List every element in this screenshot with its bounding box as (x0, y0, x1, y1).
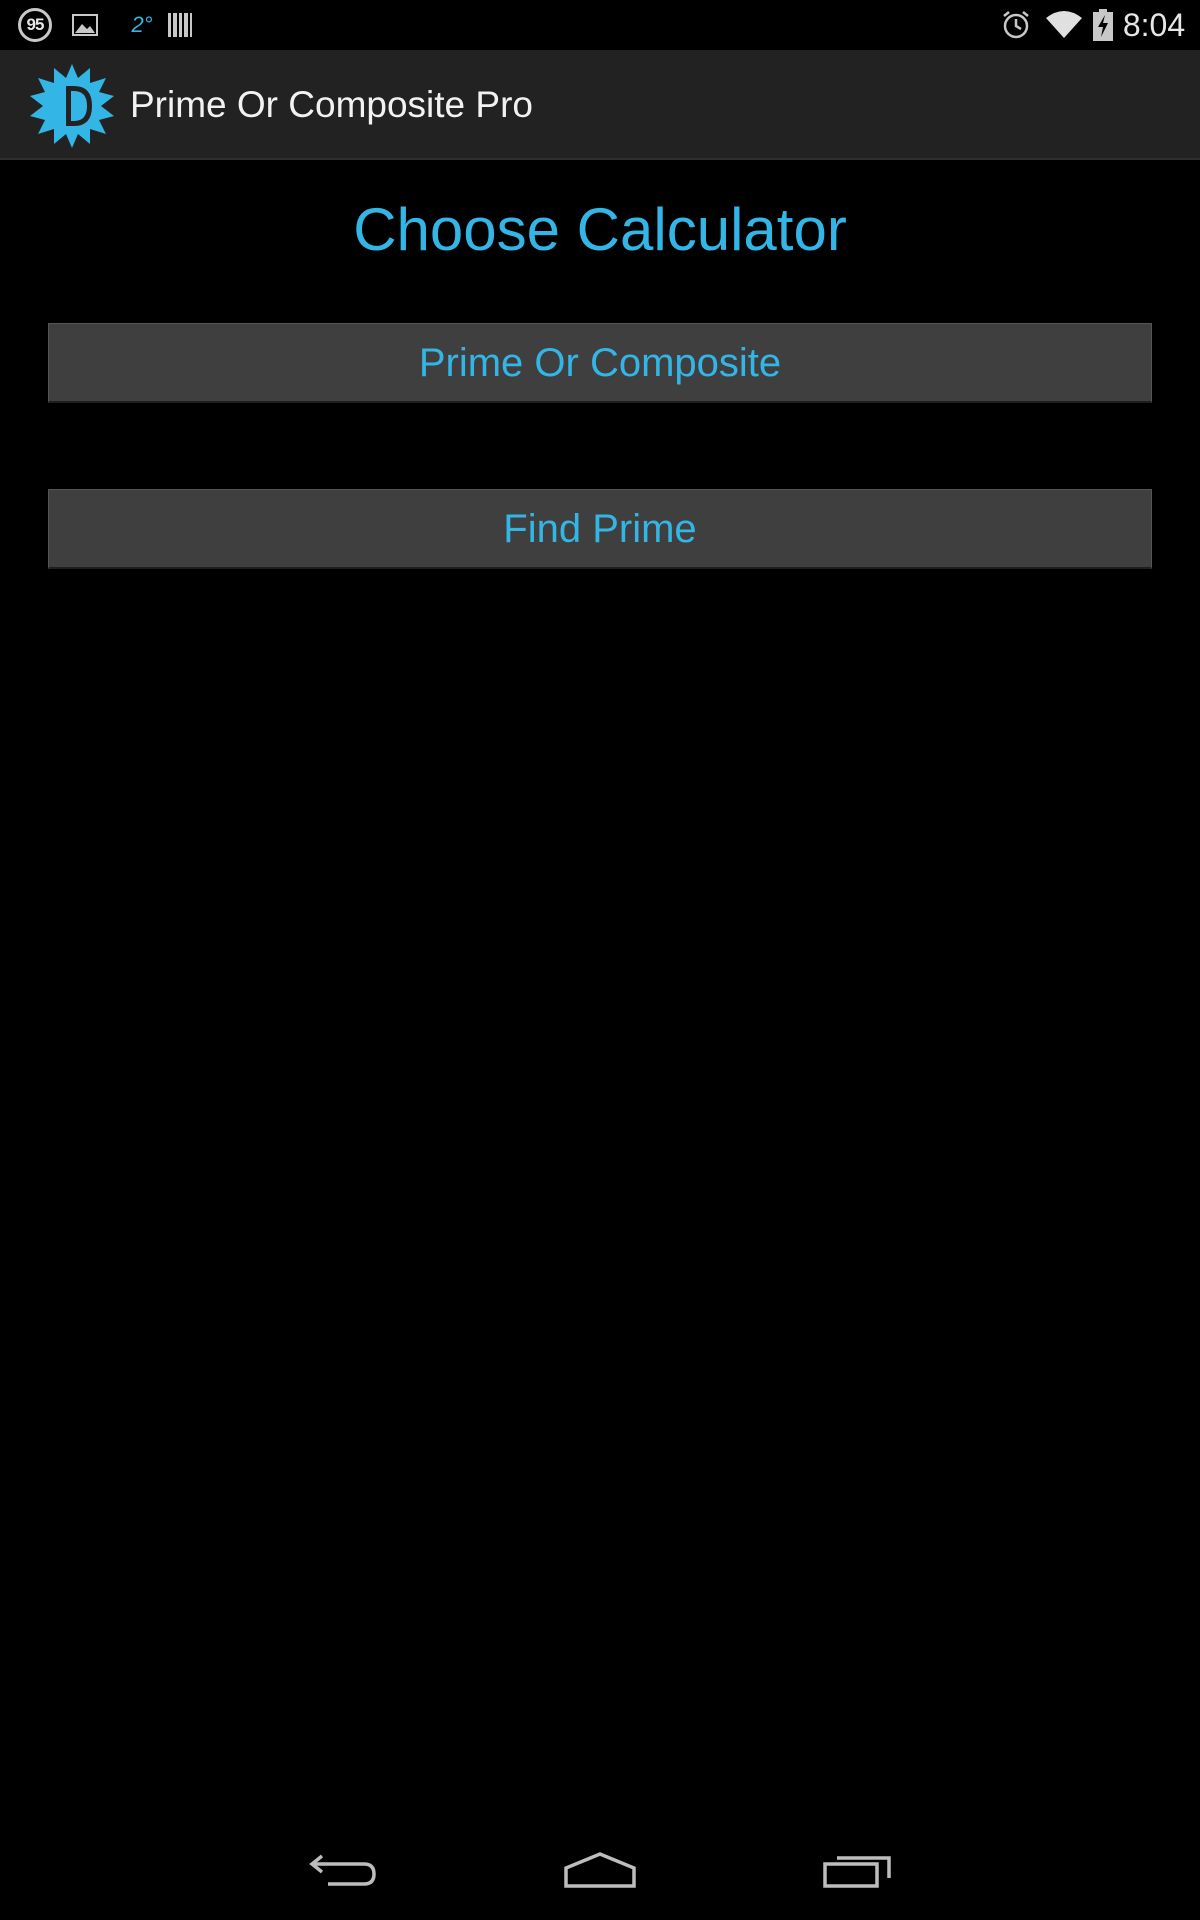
navigation-bar (0, 1820, 1200, 1920)
back-icon (309, 1854, 376, 1886)
recents-icon (823, 1856, 891, 1888)
temperature-icon: 2° (130, 0, 154, 50)
home-icon (564, 1852, 636, 1888)
prime-or-composite-button[interactable]: Prime Or Composite (48, 323, 1152, 403)
action-bar: Prime Or Composite Pro (0, 50, 1200, 160)
app-title: Prime Or Composite Pro (130, 84, 533, 125)
notification-count: 95 (26, 15, 45, 34)
home-button[interactable] (540, 1840, 660, 1900)
back-button[interactable] (283, 1840, 403, 1900)
alarm-icon (998, 0, 1034, 50)
recents-button[interactable] (797, 1840, 917, 1900)
battery-charging-icon (1092, 0, 1114, 50)
barcode-icon (166, 0, 194, 50)
app-logo-icon[interactable] (30, 64, 114, 148)
image-icon (70, 0, 100, 50)
temperature-value: 2° (131, 12, 153, 37)
wifi-icon (1044, 0, 1084, 50)
page-title: Choose Calculator (353, 196, 847, 263)
status-clock: 8:04 (1122, 6, 1186, 43)
find-prime-button[interactable]: Find Prime (48, 489, 1152, 569)
status-bar: 95 2° 8:04 (0, 0, 1200, 50)
badge-count-icon: 95 (18, 8, 52, 42)
